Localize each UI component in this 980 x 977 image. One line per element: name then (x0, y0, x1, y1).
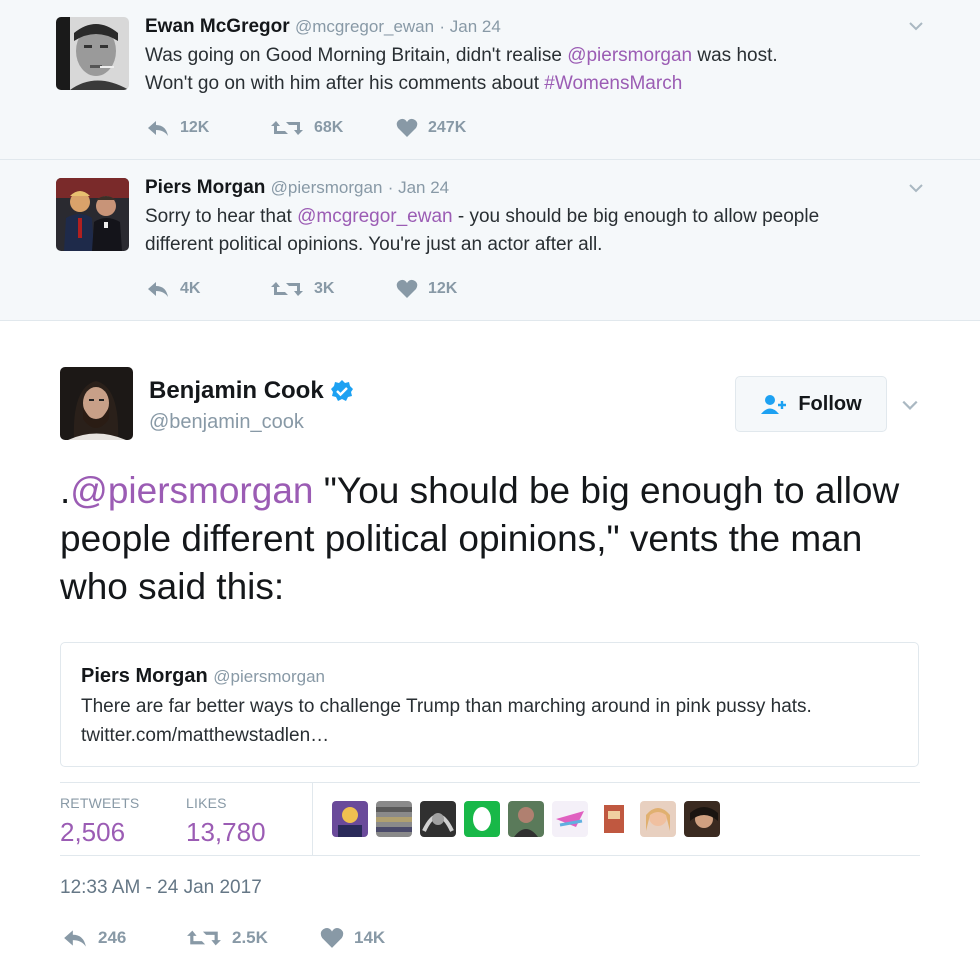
author-handle[interactable]: @mcgregor_ewan (295, 17, 434, 36)
reply-button[interactable]: 12K (146, 118, 270, 138)
heart-icon (396, 279, 418, 298)
chevron-down-icon[interactable] (908, 180, 924, 196)
author-name[interactable]: Piers Morgan (145, 177, 265, 198)
mention-link[interactable]: @mcgregor_ewan (297, 206, 453, 227)
mention-link[interactable]: @piersmorgan (567, 45, 692, 66)
liker-avatars (332, 801, 728, 837)
reply-button[interactable]: 4K (146, 279, 270, 299)
retweet-button[interactable]: 68K (270, 118, 396, 138)
chevron-down-icon[interactable] (908, 18, 924, 34)
liker-avatar[interactable] (596, 801, 632, 837)
liker-avatar[interactable] (376, 801, 412, 837)
reply-icon (64, 930, 86, 947)
tweet-date[interactable]: · Jan 24 (439, 17, 500, 36)
tweet-piers-morgan[interactable]: Piers Morgan @piersmorgan · Jan 24 Sorry… (0, 160, 980, 321)
liker-avatar[interactable] (684, 801, 720, 837)
author-name[interactable]: Ewan McGregor (145, 16, 290, 37)
quoted-author-name: Piers Morgan (81, 665, 208, 687)
reply-button[interactable]: 246 (62, 927, 186, 949)
avatar[interactable] (56, 17, 129, 90)
retweet-icon (271, 121, 303, 135)
liker-avatar[interactable] (332, 801, 368, 837)
tweet-actions: 246 2.5K 14K (62, 927, 385, 949)
tweet-text: .@piersmorgan "You should be big enough … (60, 470, 900, 607)
liker-avatar[interactable] (552, 801, 588, 837)
like-button[interactable]: 12K (396, 279, 457, 299)
like-button[interactable]: 247K (396, 118, 466, 138)
tweet-actions: 12K 68K 247K (146, 118, 466, 138)
follow-user-icon (761, 395, 787, 414)
retweet-button[interactable]: 3K (270, 279, 396, 299)
heart-icon (396, 118, 418, 137)
tweet-date[interactable]: · Jan 24 (388, 178, 449, 197)
verified-badge-icon (330, 380, 353, 401)
author-handle[interactable]: @benjamin_cook (149, 411, 304, 434)
follow-button[interactable]: Follow (735, 376, 887, 432)
tweet-text: Sorry to hear that @mcgregor_ewan - you … (145, 206, 820, 255)
tweet-ewan-mcgregor[interactable]: Ewan McGregor @mcgregor_ewan · Jan 24 Wa… (0, 0, 980, 160)
avatar[interactable] (60, 367, 133, 440)
tweet-timestamp[interactable]: 12:33 AM - 24 Jan 2017 (60, 877, 262, 899)
tweet-actions: 4K 3K 12K (146, 279, 457, 299)
reply-icon (148, 121, 168, 136)
hashtag-link[interactable]: #WomensMarch (544, 73, 682, 94)
main-tweet: Benjamin Cook @benjamin_cook Follow .@pi… (0, 321, 980, 977)
tweet-stats: RETWEETS 2,506 LIKES 13,780 (60, 782, 920, 856)
retweet-button[interactable]: 2.5K (186, 927, 320, 949)
quoted-author-handle: @piersmorgan (213, 667, 326, 686)
reply-icon (148, 282, 168, 297)
author-handle[interactable]: @piersmorgan (271, 178, 383, 197)
divider (312, 783, 313, 855)
likes-stat[interactable]: LIKES 13,780 (186, 795, 266, 848)
quoted-tweet-text: There are far better ways to challenge T… (81, 696, 812, 746)
author-name[interactable]: Benjamin Cook (149, 377, 324, 405)
retweets-stat[interactable]: RETWEETS 2,506 (60, 795, 139, 848)
quoted-tweet[interactable]: Piers Morgan @piersmorgan There are far … (60, 642, 919, 767)
liker-avatar[interactable] (420, 801, 456, 837)
liker-avatar[interactable] (640, 801, 676, 837)
heart-icon (320, 928, 344, 948)
liker-avatar[interactable] (464, 801, 500, 837)
retweet-icon (271, 282, 303, 296)
avatar[interactable] (56, 178, 129, 251)
tweet-text: Was going on Good Morning Britain, didn'… (145, 45, 778, 94)
chevron-down-icon[interactable] (901, 396, 919, 414)
like-button[interactable]: 14K (320, 927, 385, 949)
liker-avatar[interactable] (508, 801, 544, 837)
retweet-icon (187, 930, 221, 946)
mention-link[interactable]: @piersmorgan (70, 470, 313, 511)
